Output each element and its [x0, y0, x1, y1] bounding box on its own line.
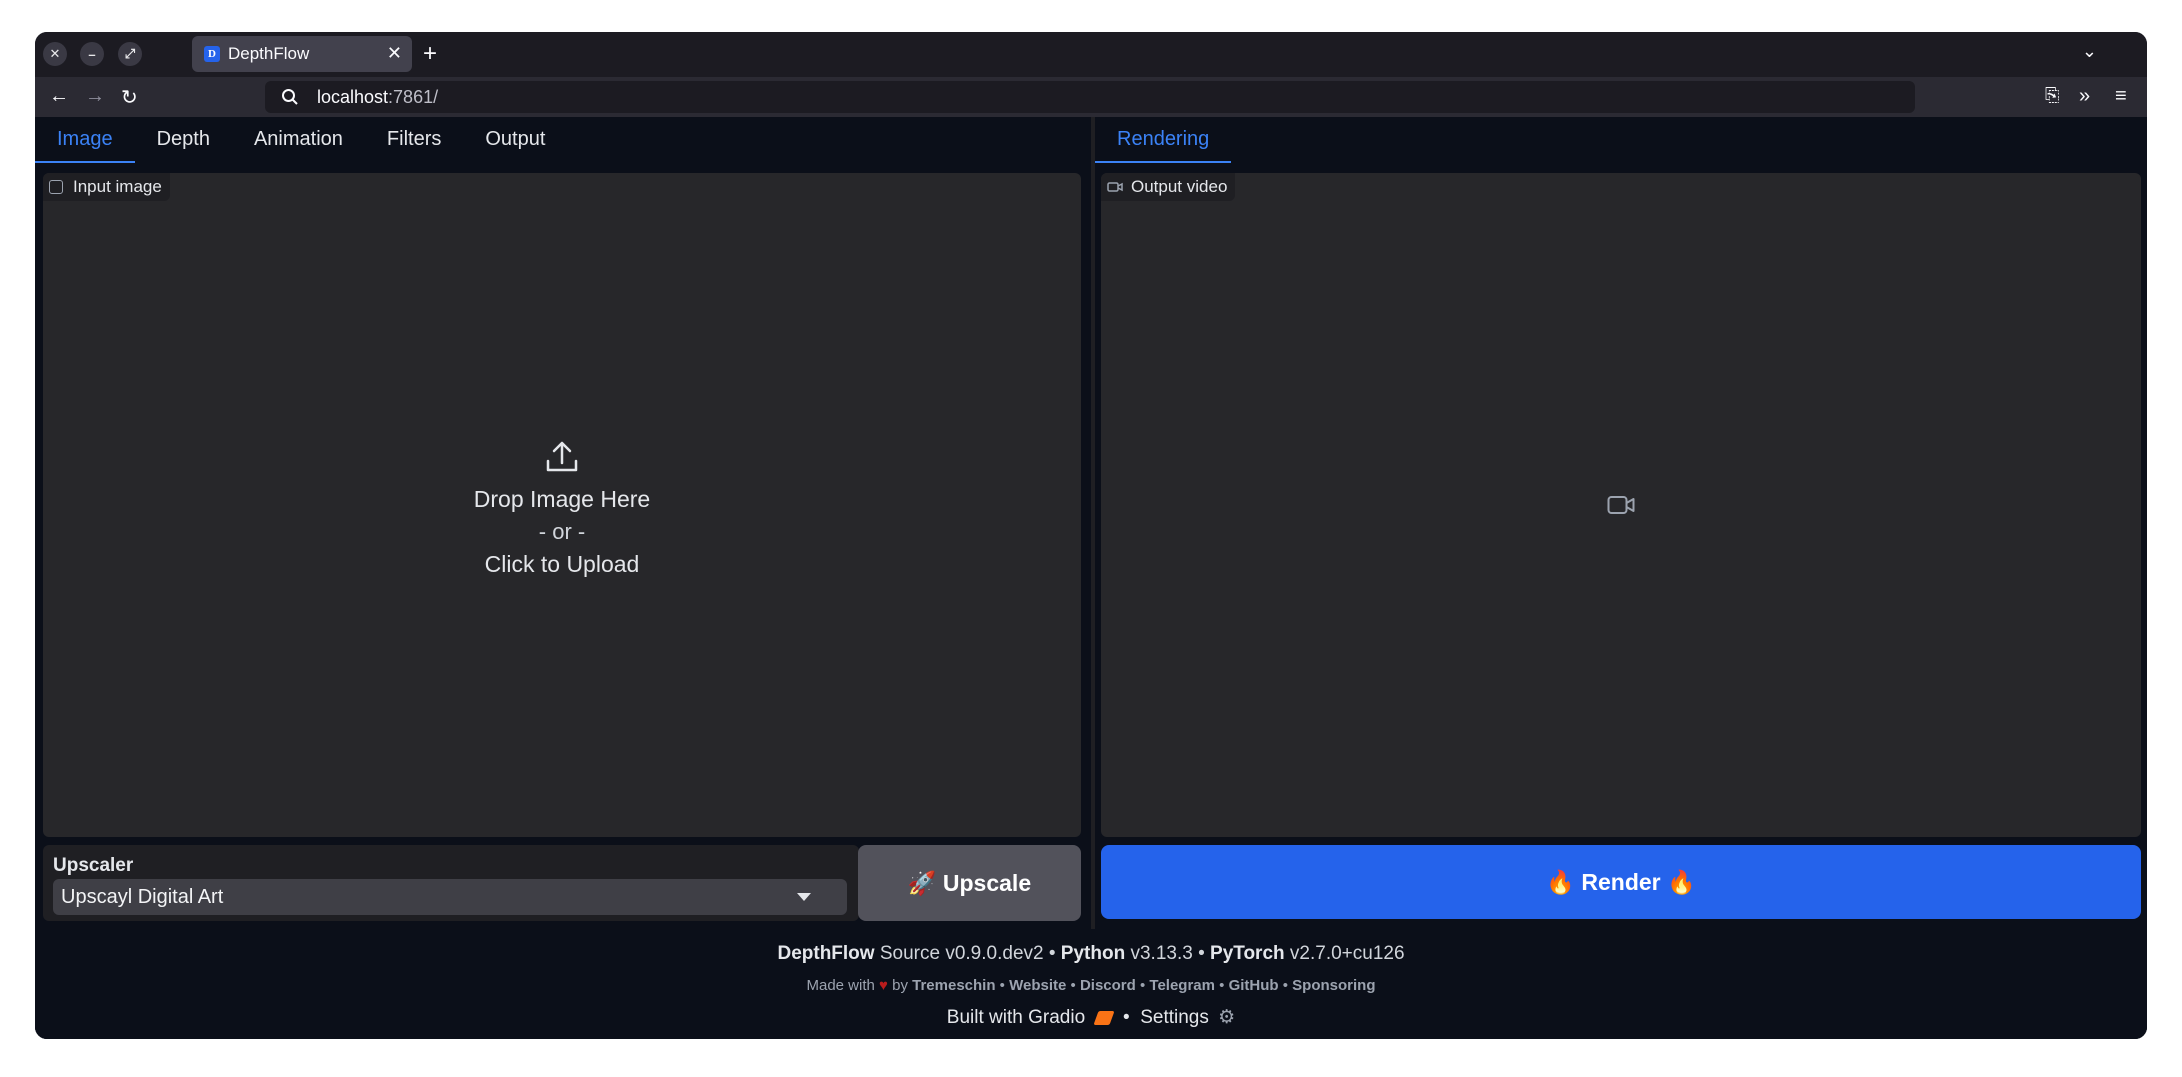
settings-link[interactable]: Settings: [1140, 1007, 1209, 1028]
browser-navbar: ← → ↻ localhost:7861/ ⎘ » ≡: [35, 77, 2147, 117]
url-host: localhost: [317, 86, 389, 107]
tab-output[interactable]: Output: [463, 117, 567, 163]
browser-window: ✕ – ⤢ D DepthFlow ✕ + ⌄ ← → ↻ localhost:…: [35, 32, 2147, 1039]
tab-close-icon[interactable]: ✕: [387, 43, 402, 64]
link-discord[interactable]: Discord: [1080, 977, 1136, 994]
left-tabs: Image Depth Animation Filters Output: [35, 117, 567, 163]
footer-python-version: v3.13.3: [1130, 943, 1193, 964]
footer-python-label: Python: [1060, 943, 1126, 964]
gradio-logo-icon: [1093, 1010, 1115, 1025]
upscaler-label: Upscaler: [53, 855, 134, 876]
footer-versions: DepthFlow Source v0.9.0.dev2 • Python v3…: [777, 943, 1405, 964]
built-with-gradio-link[interactable]: Built with Gradio: [947, 1007, 1085, 1028]
forward-icon[interactable]: →: [85, 85, 105, 108]
upscaler-dropdown[interactable]: Upscayl Digital Art: [53, 879, 847, 915]
tab-filters[interactable]: Filters: [365, 117, 463, 163]
link-sponsoring[interactable]: Sponsoring: [1292, 977, 1375, 994]
url-text: localhost:7861/: [317, 87, 438, 108]
footer: DepthFlow Source v0.9.0.dev2 • Python v3…: [35, 929, 2147, 1039]
image-icon: [49, 180, 63, 194]
back-icon[interactable]: ←: [49, 85, 69, 108]
image-dropzone[interactable]: Input image Drop Image Here - or - Click…: [43, 173, 1081, 837]
left-panel: Image Depth Animation Filters Output Inp…: [35, 117, 1091, 921]
tab-rendering[interactable]: Rendering: [1095, 117, 1232, 163]
tab-list-chevron-icon[interactable]: ⌄: [2082, 41, 2097, 62]
search-icon: [282, 89, 298, 105]
dropdown-caret-icon: [797, 893, 811, 901]
link-website[interactable]: Website: [1009, 977, 1066, 994]
link-telegram[interactable]: Telegram: [1149, 977, 1215, 994]
minimize-window-icon[interactable]: –: [80, 42, 104, 66]
upload-icon: [546, 441, 578, 472]
tab-title: DepthFlow: [228, 44, 310, 63]
reload-icon[interactable]: ↻: [121, 85, 138, 110]
restore-window-icon[interactable]: ⤢: [118, 42, 142, 66]
tab-image[interactable]: Image: [35, 117, 135, 163]
output-video-box: Output video: [1101, 173, 2141, 837]
footer-credits: Made with ♥ by Tremeschin • Website • Di…: [806, 977, 1376, 994]
footer-torch-version: v2.7.0+cu126: [1289, 943, 1405, 964]
input-image-label-text: Input image: [73, 177, 162, 196]
url-port: :7861/: [388, 86, 439, 107]
footer-app-name: DepthFlow: [777, 943, 875, 964]
depthflow-favicon-icon: D: [204, 46, 220, 62]
footer-app-version: Source v0.9.0.dev2: [879, 943, 1044, 964]
output-video-label: Output video: [1101, 173, 1236, 201]
new-tab-icon[interactable]: +: [423, 40, 437, 68]
right-panel: Rendering Output video 🔥 Render 🔥: [1095, 117, 2147, 919]
close-window-icon[interactable]: ✕: [43, 42, 67, 66]
drop-image-text: Drop Image Here: [473, 486, 651, 512]
footer-gradio: Built with Gradio • Settings ⚙: [946, 1007, 1236, 1028]
link-tremeschin[interactable]: Tremeschin: [912, 977, 995, 994]
upscaler-block: Upscaler Upscayl Digital Art: [43, 845, 859, 921]
output-video-label-text: Output video: [1131, 177, 1228, 196]
tab-depth[interactable]: Depth: [135, 117, 232, 163]
upload-prompt[interactable]: Drop Image Here - or - Click to Upload: [43, 441, 1081, 578]
url-bar[interactable]: localhost:7861/: [265, 81, 1915, 113]
extensions-icon[interactable]: ⎘: [2045, 85, 2059, 106]
browser-tab[interactable]: D DepthFlow ✕: [192, 36, 412, 72]
or-text: - or -: [538, 519, 586, 544]
by-text: by: [892, 977, 908, 994]
made-with-text: Made with: [806, 977, 875, 994]
gear-icon[interactable]: ⚙: [1218, 1007, 1235, 1028]
render-button[interactable]: 🔥 Render 🔥: [1101, 845, 2141, 919]
upscale-button[interactable]: 🚀 Upscale: [858, 845, 1081, 921]
heart-icon: ♥: [879, 977, 888, 994]
gradio-app: Image Depth Animation Filters Output Inp…: [35, 117, 2147, 1039]
browser-tabbar: ✕ – ⤢ D DepthFlow ✕ + ⌄: [35, 32, 2147, 77]
video-camera-icon: [1107, 182, 1123, 192]
link-github[interactable]: GitHub: [1229, 977, 1279, 994]
input-image-label: Input image: [43, 173, 170, 201]
video-placeholder-icon: [1607, 496, 1635, 514]
tab-animation[interactable]: Animation: [232, 117, 365, 163]
menu-icon[interactable]: ≡: [2115, 85, 2127, 108]
right-tabs: Rendering: [1095, 117, 1232, 163]
upscaler-value: Upscayl Digital Art: [61, 885, 224, 908]
click-upload-text: Click to Upload: [484, 551, 640, 577]
overflow-chevrons-icon[interactable]: »: [2079, 85, 2090, 108]
footer-torch-label: PyTorch: [1210, 943, 1285, 964]
